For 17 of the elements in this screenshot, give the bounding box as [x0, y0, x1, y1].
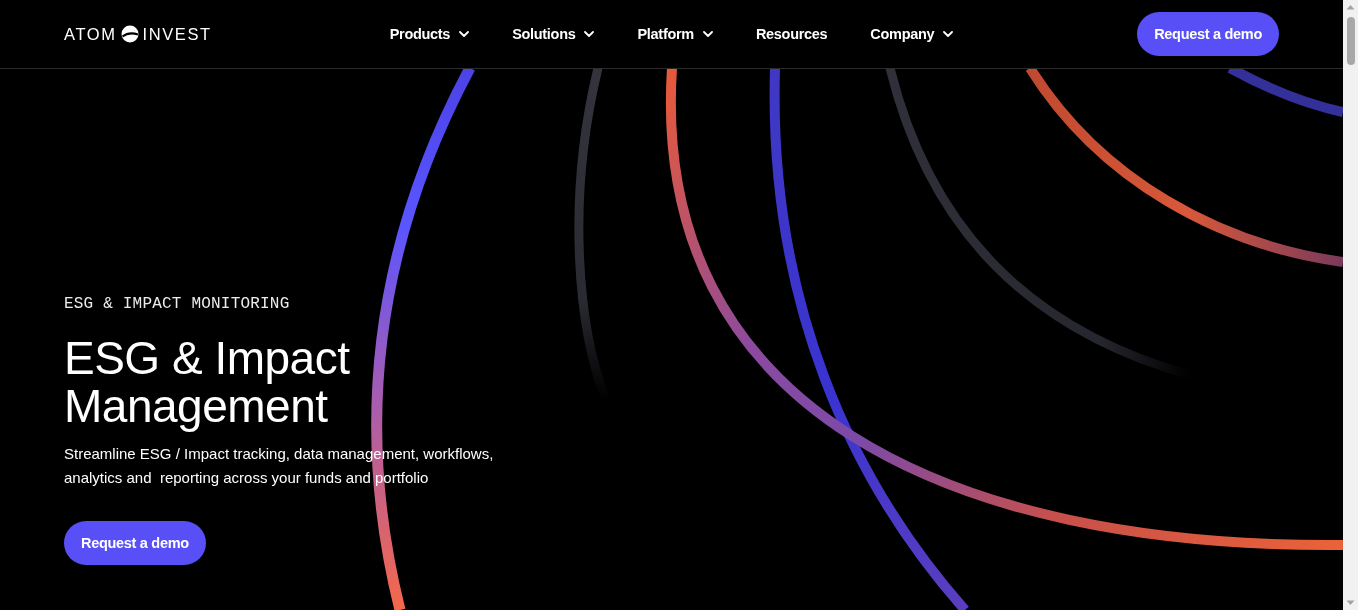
request-demo-button[interactable]: Request a demo: [64, 521, 206, 565]
chevron-down-icon: [702, 31, 713, 37]
chevron-down-icon: [943, 31, 954, 37]
nav-link[interactable]: Resources: [755, 26, 828, 42]
nav-link[interactable]: Company: [870, 26, 954, 42]
globe-logo-icon: [120, 25, 139, 43]
chevron-down-icon: [584, 31, 595, 37]
nav-link[interactable]: Solutions: [512, 26, 595, 42]
scroll-thumb[interactable]: [1346, 17, 1355, 65]
brand-name[interactable]: ATOM: [64, 24, 117, 44]
request-demo-button[interactable]: Request a demo: [1137, 12, 1279, 56]
brand-name[interactable]: INVEST: [142, 24, 212, 44]
hero-heading: ESG & Impact Management: [64, 334, 351, 430]
nav-link[interactable]: Platform: [637, 26, 713, 42]
nav-link[interactable]: Products: [389, 26, 470, 42]
chevron-down-icon: [459, 31, 470, 37]
section-eyebrow: ESG & IMPACT MONITORING: [64, 295, 290, 313]
